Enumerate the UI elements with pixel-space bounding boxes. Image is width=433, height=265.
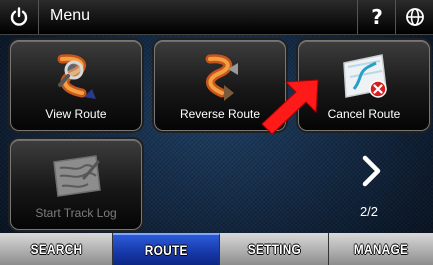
- track-log-icon: [53, 155, 101, 197]
- route-menu-screen: Menu ? View Route Reverse Route Cancel R…: [0, 0, 433, 265]
- start-track-log-button[interactable]: Start Track Log: [10, 139, 142, 230]
- tab-search-label: SEARCH: [30, 241, 82, 257]
- view-route-icon: [57, 54, 96, 99]
- page-indicator: 2/2: [359, 204, 379, 219]
- reverse-route-icon: [205, 54, 238, 101]
- tab-route-label: ROUTE: [144, 242, 188, 258]
- tab-search[interactable]: SEARCH: [0, 233, 113, 265]
- next-page-button[interactable]: [360, 154, 384, 188]
- bottom-tab-bar: SEARCH ROUTE SETTING MANAGE: [0, 233, 433, 265]
- tab-route[interactable]: ROUTE: [113, 233, 220, 265]
- tab-manage[interactable]: MANAGE: [329, 233, 433, 265]
- highlight-arrow: [261, 79, 319, 135]
- start-track-log-label: Start Track Log: [35, 206, 117, 220]
- chevron-right-icon: [362, 155, 381, 187]
- power-button[interactable]: [0, 0, 39, 34]
- menu-title[interactable]: Menu: [50, 7, 90, 25]
- view-route-label: View Route: [45, 107, 107, 121]
- top-bar: Menu ?: [0, 0, 433, 35]
- view-route-button[interactable]: View Route: [10, 40, 142, 131]
- language-button[interactable]: [395, 0, 433, 34]
- cancel-route-icon: [343, 54, 387, 98]
- tab-setting[interactable]: SETTING: [220, 233, 329, 265]
- tab-manage-label: MANAGE: [353, 241, 409, 257]
- power-icon: [10, 7, 28, 26]
- globe-icon: [406, 8, 424, 26]
- help-button[interactable]: ?: [357, 0, 396, 34]
- tab-setting-label: SETTING: [247, 241, 301, 257]
